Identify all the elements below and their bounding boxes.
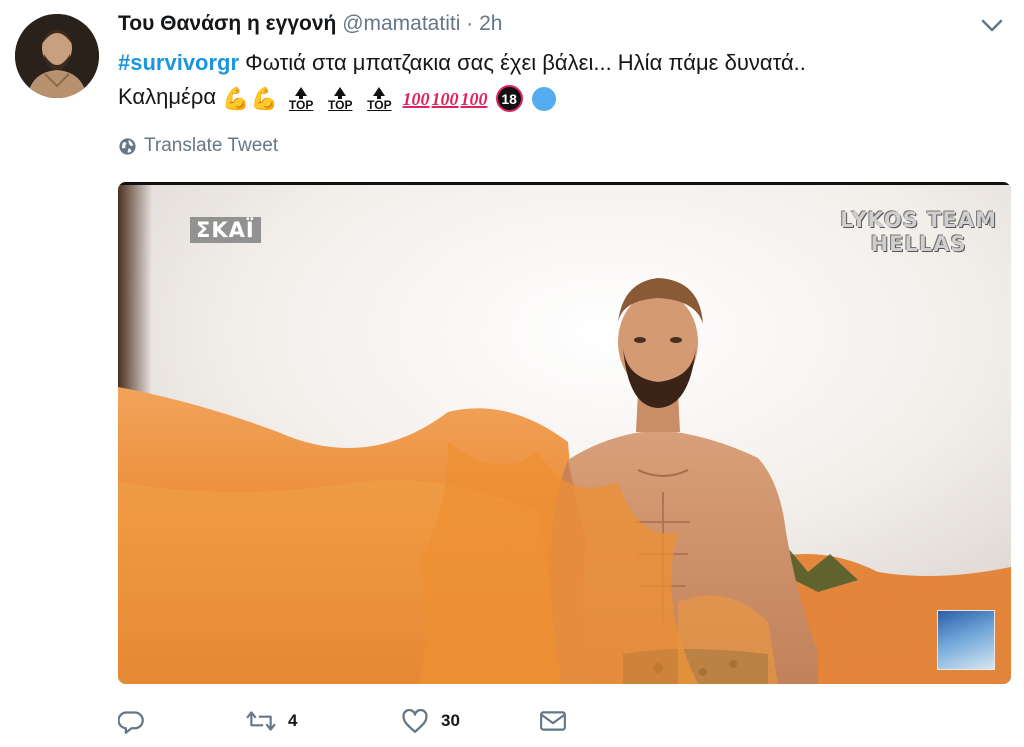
tweet-text-part-2: Καλημέρα — [118, 84, 223, 109]
hashtag-link[interactable]: #survivorgr — [118, 50, 239, 75]
globe-icon — [119, 137, 136, 155]
retweet-icon — [246, 711, 276, 731]
user-handle[interactable]: @mamatatiti — [342, 12, 460, 35]
display-name[interactable]: Του Θανάση η εγγονή — [118, 12, 336, 35]
tweet-text-line-2: Καλημέρα 💪💪 TOP TOP TOP 100 100 100 18 — [118, 80, 998, 116]
heart-icon — [402, 708, 428, 733]
hundred-points-icon: 100 — [431, 88, 459, 109]
translate-tweet-label: Translate Tweet — [144, 135, 279, 156]
translate-tweet-link[interactable]: Translate Tweet — [118, 135, 278, 157]
tweet-text-line-1: #survivorgr Φωτιά στα μπατζακια σας έχει… — [118, 46, 998, 80]
top-arrow-icon: TOP — [285, 86, 317, 111]
retweet-count: 4 — [288, 711, 298, 730]
emoji-row: 💪💪 TOP TOP TOP 100 100 100 18 — [222, 81, 556, 116]
no-under-eighteen-icon: 18 — [495, 85, 523, 113]
flexed-biceps-icon: 💪 — [222, 85, 250, 111]
tweet-text-part-1: Φωτιά στα μπατζακια σας έχει βάλει... Ηλ… — [239, 50, 806, 75]
blue-circle-icon — [531, 86, 556, 111]
tweet[interactable]: Του Θανάση η εγγονή @mamatatiti · 2h #su… — [0, 0, 1024, 747]
video-player[interactable]: ΣΚΑΪ LYKOS TEAM HELLAS — [118, 182, 1011, 684]
channel-logo: ΣΚΑΪ — [190, 217, 261, 243]
top-arrow-icon: TOP — [363, 86, 395, 111]
video-frame — [118, 182, 1011, 684]
hundred-points-icon: 100 — [460, 88, 488, 109]
hundred-points-icon: 100 — [402, 88, 430, 109]
reply-icon — [118, 710, 144, 734]
team-watermark-line-1: LYKOS TEAM — [840, 208, 997, 232]
tweet-header: Του Θανάση η εγγονή @mamatatiti · 2h — [118, 11, 502, 37]
corner-thumbnail — [937, 610, 995, 670]
team-watermark-line-2: HELLAS — [870, 232, 967, 256]
retweet-button[interactable]: 4 — [246, 709, 401, 733]
like-count: 30 — [441, 711, 460, 730]
flexed-biceps-icon: 💪 — [250, 85, 279, 111]
reply-button[interactable] — [118, 708, 246, 735]
timestamp[interactable]: 2h — [479, 12, 502, 35]
envelope-icon — [540, 711, 566, 731]
header-separator: · — [466, 12, 474, 35]
direct-message-button[interactable] — [539, 709, 567, 733]
tweet-text: #survivorgr Φωτιά στα μπατζακια σας έχει… — [118, 46, 998, 116]
like-button[interactable]: 30 — [401, 708, 539, 734]
top-arrow-icon: TOP — [324, 86, 356, 111]
chevron-down-icon[interactable] — [980, 16, 1004, 36]
tweet-actions: 4 30 — [118, 706, 567, 736]
avatar[interactable] — [15, 14, 99, 98]
team-watermark: LYKOS TEAM HELLAS — [840, 208, 997, 256]
